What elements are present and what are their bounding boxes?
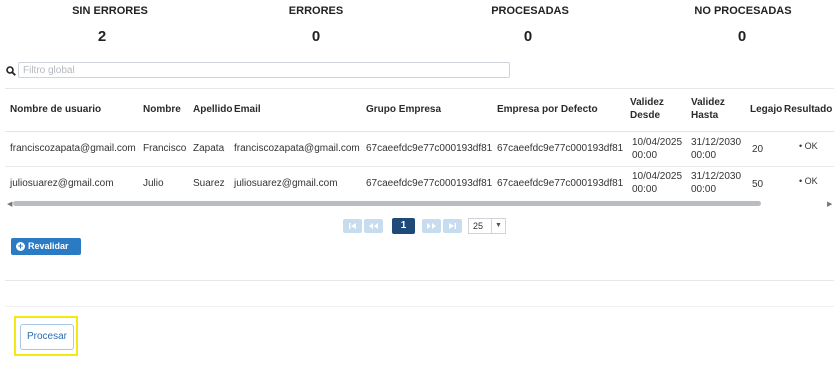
cell-usuario: franciscozapata@gmail.com [10, 143, 136, 154]
col-header-validez-desde-line2: Desde [630, 110, 661, 121]
cell-validez-desde-time: 00:00 [632, 184, 658, 195]
cell-validez-hasta: 31/12/2030 00:00 [691, 136, 741, 162]
cell-resultado-text: OK [804, 141, 818, 151]
chevron-down-icon[interactable]: ▼ [491, 219, 505, 233]
col-header-validez-hasta-line2: Hasta [691, 110, 719, 121]
stat-sin-errores-label: SIN ERRORES [72, 5, 148, 17]
page-number-button[interactable]: 1 [392, 218, 415, 234]
cell-empresa: 67caeefdc9e77c000193df81 [497, 143, 624, 154]
cell-apellido: Suarez [193, 178, 225, 189]
panel-divider [5, 306, 834, 307]
col-header-validez-desde[interactable]: Validez Desde [630, 96, 664, 122]
col-header-empresa[interactable]: Empresa por Defecto [497, 103, 598, 116]
col-header-resultado[interactable]: Resultado [784, 103, 832, 116]
col-header-validez-hasta[interactable]: Validez Hasta [691, 96, 725, 122]
global-filter-input[interactable] [18, 62, 510, 78]
cell-email: franciscozapata@gmail.com [234, 143, 360, 154]
page-size-select[interactable]: 25 ▼ [468, 218, 506, 234]
col-header-grupo[interactable]: Grupo Empresa [366, 103, 441, 116]
cell-resultado-text: OK [804, 176, 818, 186]
cell-nombre: Francisco [143, 143, 187, 154]
cell-validez-desde: 10/04/2025 00:00 [632, 170, 682, 196]
cell-validez-desde: 10/04/2025 00:00 [632, 136, 682, 162]
cell-empresa: 67caeefdc9e77c000193df81 [497, 178, 624, 189]
stat-procesadas-value: 0 [523, 28, 533, 45]
action-panel [5, 280, 834, 367]
stat-no-procesadas-label: NO PROCESADAS [694, 5, 792, 17]
stat-no-procesadas-value: 0 [737, 28, 747, 45]
stat-sin-errores-value: 2 [97, 28, 107, 45]
stat-procesadas-label: PROCESADAS [491, 5, 569, 17]
search-icon [6, 66, 16, 76]
cell-validez-hasta-time: 00:00 [691, 184, 717, 195]
cell-validez-desde-date: 10/04/2025 [632, 137, 683, 148]
cell-email: juliosuarez@gmail.com [234, 178, 338, 189]
header-divider [5, 131, 834, 132]
cell-resultado: • OK [799, 175, 818, 188]
bullet-icon: • [799, 141, 803, 151]
next-page-icon[interactable] [422, 219, 441, 233]
stat-errores-label: ERRORES [288, 5, 344, 17]
stat-errores-value: 0 [311, 28, 321, 45]
first-page-icon[interactable] [343, 219, 362, 233]
revalidar-label: Revalidar [28, 241, 69, 251]
bullet-icon: • [799, 176, 803, 186]
horizontal-scrollbar-thumb[interactable] [13, 201, 761, 206]
cell-legajo: 20 [752, 144, 764, 155]
cell-validez-hasta: 31/12/2030 00:00 [691, 170, 741, 196]
col-header-nombre[interactable]: Nombre [143, 103, 181, 116]
prev-page-icon[interactable] [364, 219, 383, 233]
row-divider [5, 166, 834, 167]
cell-resultado: • OK [799, 140, 818, 153]
page-size-value: 25 [473, 221, 484, 231]
plus-circle-icon: + [16, 241, 25, 251]
table-top-border [5, 88, 834, 89]
cell-validez-hasta-date: 31/12/2030 [691, 137, 742, 148]
cell-nombre: Julio [143, 178, 164, 189]
cell-validez-hasta-date: 31/12/2030 [691, 171, 742, 182]
col-header-apellido[interactable]: Apellido [193, 103, 232, 116]
scroll-right-arrow-icon[interactable]: ▶ [827, 200, 832, 208]
cell-legajo: 50 [752, 179, 764, 190]
col-header-usuario[interactable]: Nombre de usuario [10, 103, 101, 116]
cell-validez-desde-time: 00:00 [632, 150, 658, 161]
last-page-icon[interactable] [443, 219, 462, 233]
col-header-legajo[interactable]: Legajo [750, 103, 782, 116]
procesar-button[interactable]: Procesar [20, 324, 74, 350]
col-header-validez-desde-line1: Validez [630, 97, 664, 108]
revalidar-button[interactable]: + Revalidar [11, 238, 81, 255]
cell-grupo: 67caeefdc9e77c000193df81 [366, 178, 493, 189]
cell-validez-hasta-time: 00:00 [691, 150, 717, 161]
cell-apellido: Zapata [193, 143, 225, 154]
col-header-email[interactable]: Email [234, 103, 261, 116]
scroll-left-arrow-icon[interactable]: ◀ [7, 200, 12, 208]
cell-usuario: juliosuarez@gmail.com [10, 178, 114, 189]
col-header-validez-hasta-line1: Validez [691, 97, 725, 108]
cell-grupo: 67caeefdc9e77c000193df81 [366, 143, 493, 154]
cell-validez-desde-date: 10/04/2025 [632, 171, 683, 182]
